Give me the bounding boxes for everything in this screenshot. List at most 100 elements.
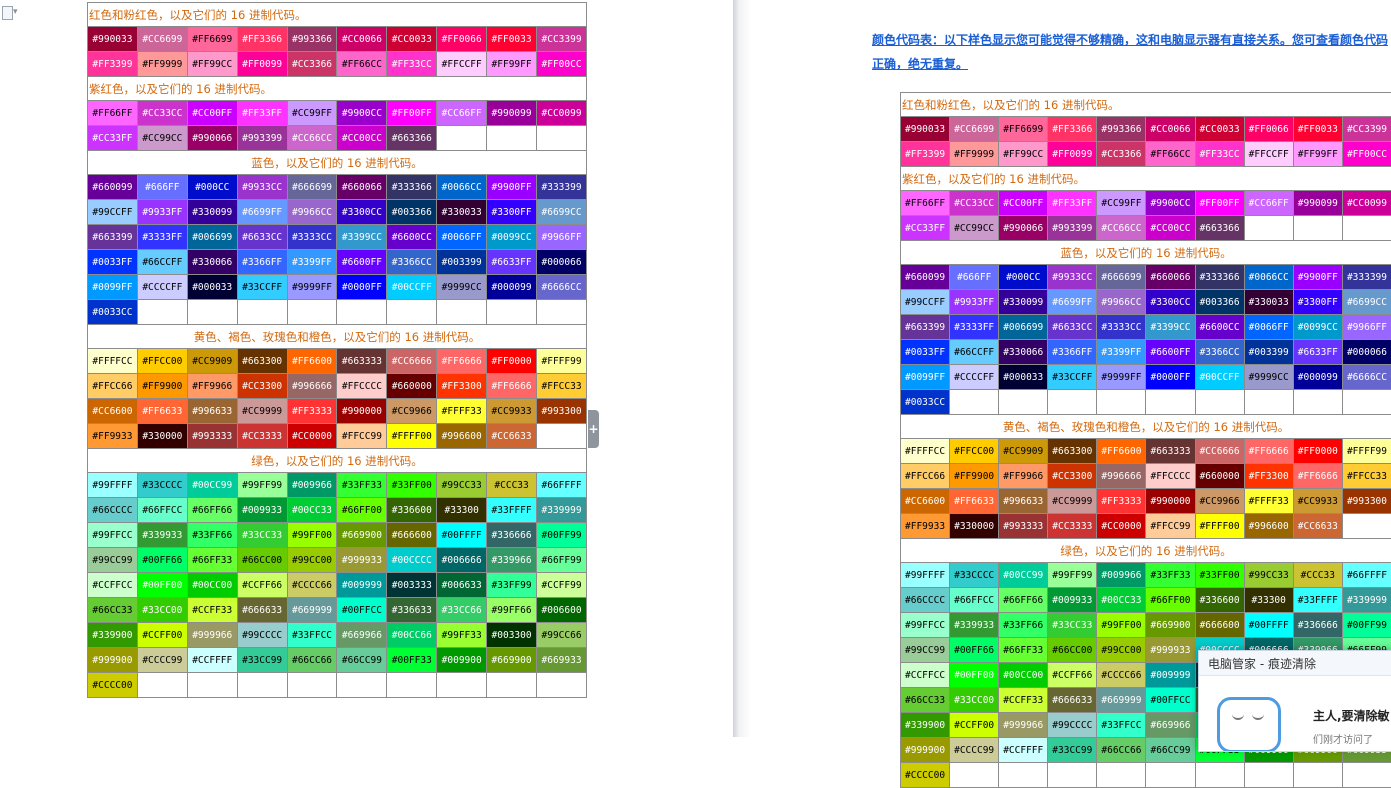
color-cell[interactable]: #99FF66 bbox=[487, 598, 537, 623]
chevron-down-icon[interactable]: ▾ bbox=[13, 6, 18, 18]
color-cell[interactable]: #66FF33 bbox=[999, 638, 1048, 663]
color-cell[interactable] bbox=[1195, 390, 1244, 415]
color-cell[interactable]: #CC3366 bbox=[1097, 142, 1146, 167]
color-cell[interactable]: #CC66FF bbox=[1244, 191, 1293, 216]
color-cell[interactable]: #330033 bbox=[1244, 290, 1293, 315]
color-cell[interactable]: #009900 bbox=[437, 648, 487, 673]
color-cell[interactable] bbox=[1048, 763, 1097, 788]
color-cell[interactable]: #00CCFF bbox=[1195, 365, 1244, 390]
color-cell[interactable]: #993366 bbox=[287, 27, 337, 52]
color-cell[interactable]: #000033 bbox=[187, 275, 237, 300]
color-cell[interactable]: #CCCCFF bbox=[950, 365, 999, 390]
color-cell[interactable]: #9933CC bbox=[237, 175, 287, 200]
color-cell[interactable]: #3366CC bbox=[1195, 340, 1244, 365]
color-cell[interactable]: #CC0000 bbox=[287, 424, 337, 449]
color-cell[interactable]: #66FF66 bbox=[187, 498, 237, 523]
color-cell[interactable]: #00FFCC bbox=[1146, 688, 1195, 713]
color-cell[interactable]: #99CC00 bbox=[1097, 638, 1146, 663]
color-cell[interactable]: #339999 bbox=[537, 498, 587, 523]
color-cell[interactable]: #FF9933 bbox=[88, 424, 138, 449]
color-cell[interactable] bbox=[1146, 763, 1195, 788]
color-cell[interactable]: #CC99FF bbox=[287, 101, 337, 126]
color-cell[interactable]: #663333 bbox=[1146, 439, 1195, 464]
color-cell[interactable]: #CC33FF bbox=[88, 126, 138, 151]
color-cell[interactable]: #33CC33 bbox=[237, 523, 287, 548]
color-cell[interactable]: #CC6699 bbox=[950, 117, 999, 142]
color-cell[interactable]: #CC00CC bbox=[337, 126, 387, 151]
color-cell[interactable] bbox=[237, 673, 287, 698]
color-cell[interactable]: #0033CC bbox=[901, 390, 950, 415]
color-cell[interactable]: #99FF33 bbox=[437, 623, 487, 648]
color-cell[interactable]: #660066 bbox=[337, 175, 387, 200]
color-cell[interactable]: #CC6666 bbox=[387, 349, 437, 374]
color-cell[interactable]: #CC3399 bbox=[537, 27, 587, 52]
color-cell[interactable]: #9999FF bbox=[1097, 365, 1146, 390]
color-cell[interactable]: #FFCC99 bbox=[1146, 514, 1195, 539]
color-cell[interactable]: #FF6699 bbox=[187, 27, 237, 52]
color-cell[interactable]: #9933FF bbox=[137, 200, 187, 225]
color-cell[interactable]: #663366 bbox=[1195, 216, 1244, 241]
color-cell[interactable]: #FFCC33 bbox=[1342, 464, 1391, 489]
color-cell[interactable]: #33FF33 bbox=[1146, 563, 1195, 588]
color-cell[interactable]: #99CC33 bbox=[437, 473, 487, 498]
color-cell[interactable]: #0066CC bbox=[1244, 265, 1293, 290]
color-cell[interactable]: #FF6699 bbox=[999, 117, 1048, 142]
color-cell[interactable]: #33CC33 bbox=[1048, 613, 1097, 638]
color-cell[interactable]: #FF33CC bbox=[387, 52, 437, 77]
color-cell[interactable]: #339933 bbox=[950, 613, 999, 638]
color-cell[interactable]: #999900 bbox=[88, 648, 138, 673]
color-cell[interactable]: #993300 bbox=[537, 399, 587, 424]
color-cell[interactable]: #996600 bbox=[437, 424, 487, 449]
color-cell[interactable]: #3399CC bbox=[337, 225, 387, 250]
color-cell[interactable]: #00FF66 bbox=[950, 638, 999, 663]
color-cell[interactable]: #000099 bbox=[487, 275, 537, 300]
color-cell[interactable]: #00FFFF bbox=[1244, 613, 1293, 638]
color-cell[interactable]: #0099FF bbox=[88, 275, 138, 300]
color-cell[interactable]: #66CC66 bbox=[287, 648, 337, 673]
color-cell[interactable] bbox=[1244, 763, 1293, 788]
color-cell[interactable]: #CCFFCC bbox=[901, 663, 950, 688]
color-cell[interactable] bbox=[999, 390, 1048, 415]
color-cell[interactable]: #FF3333 bbox=[1097, 489, 1146, 514]
color-cell[interactable]: #00FF99 bbox=[1342, 613, 1391, 638]
color-cell[interactable]: #00CCFF bbox=[387, 275, 437, 300]
color-cell[interactable]: #66CC33 bbox=[901, 688, 950, 713]
color-cell[interactable]: #FF99FF bbox=[1293, 142, 1342, 167]
color-cell[interactable]: #330066 bbox=[999, 340, 1048, 365]
color-cell[interactable]: #FF66CC bbox=[1146, 142, 1195, 167]
color-cell[interactable]: #99CC66 bbox=[537, 623, 587, 648]
color-cell[interactable]: #006600 bbox=[537, 598, 587, 623]
color-cell[interactable]: #990066 bbox=[187, 126, 237, 151]
color-cell[interactable]: #000CC bbox=[999, 265, 1048, 290]
color-cell[interactable]: #FFFF33 bbox=[437, 399, 487, 424]
color-cell[interactable] bbox=[287, 300, 337, 325]
color-cell[interactable]: #3300CC bbox=[337, 200, 387, 225]
color-cell[interactable]: #FF99CC bbox=[187, 52, 237, 77]
section-heading-yellow[interactable]: 黄色、褐色、玫瑰色和橙色，以及它们的 16 进制代码。 bbox=[901, 415, 1391, 439]
color-cell[interactable]: #99FF00 bbox=[287, 523, 337, 548]
color-cell[interactable]: #FF3399 bbox=[88, 52, 138, 77]
color-cell[interactable]: #FF00CC bbox=[1342, 142, 1391, 167]
color-cell[interactable]: #339933 bbox=[137, 523, 187, 548]
color-cell[interactable]: #FF33FF bbox=[1048, 191, 1097, 216]
color-cell[interactable]: #330000 bbox=[950, 514, 999, 539]
color-cell[interactable] bbox=[1293, 216, 1342, 241]
color-cell[interactable]: #CC99CC bbox=[950, 216, 999, 241]
color-cell[interactable]: #33CCCC bbox=[950, 563, 999, 588]
color-cell[interactable]: #FFCC66 bbox=[901, 464, 950, 489]
color-cell[interactable]: #0099CC bbox=[1293, 315, 1342, 340]
color-cell[interactable]: #FF0000 bbox=[487, 349, 537, 374]
color-cell[interactable]: #6600FF bbox=[337, 250, 387, 275]
color-cell[interactable]: #333399 bbox=[1342, 265, 1391, 290]
color-cell[interactable]: #0066FF bbox=[437, 225, 487, 250]
color-cell[interactable]: #33CC00 bbox=[137, 598, 187, 623]
color-cell[interactable]: #660099 bbox=[901, 265, 950, 290]
color-cell[interactable]: #6699CC bbox=[537, 200, 587, 225]
color-cell[interactable] bbox=[1342, 216, 1391, 241]
color-cell[interactable]: #FF0066 bbox=[437, 27, 487, 52]
color-cell[interactable]: #9900FF bbox=[1293, 265, 1342, 290]
color-cell[interactable]: #66FFFF bbox=[537, 473, 587, 498]
color-cell[interactable]: #99FF00 bbox=[1097, 613, 1146, 638]
color-cell[interactable]: #CC6699 bbox=[137, 27, 187, 52]
color-cell[interactable]: #33FF33 bbox=[337, 473, 387, 498]
